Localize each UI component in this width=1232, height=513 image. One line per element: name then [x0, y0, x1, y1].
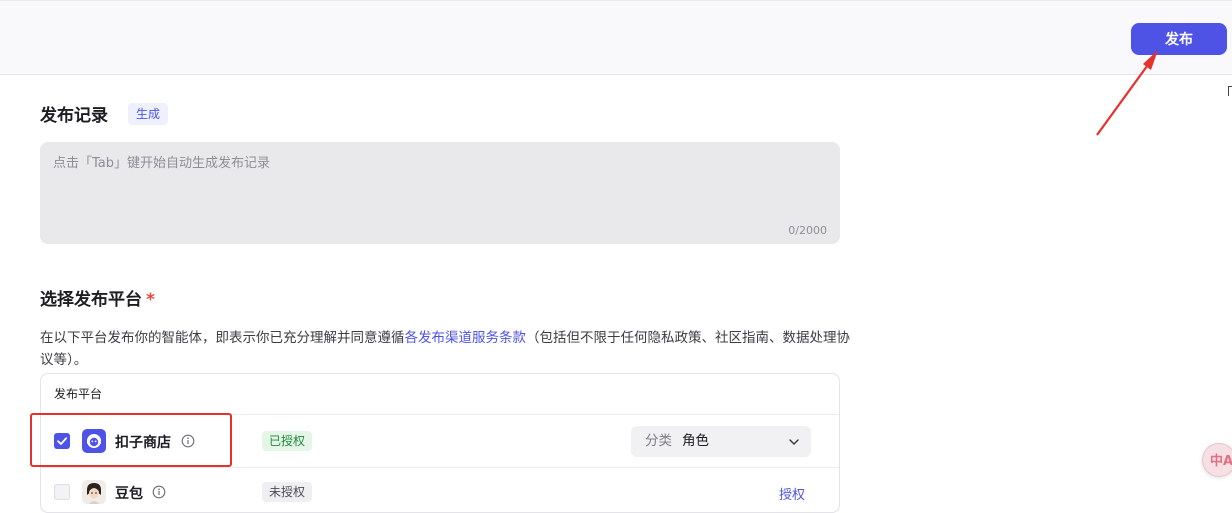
record-title: 发布记录: [40, 106, 108, 126]
terms-before: 在以下平台发布你的智能体，即表示你已充分理解并同意遵循: [40, 330, 405, 346]
category-select[interactable]: 分类 角色: [631, 426, 811, 457]
top-bar: 发布: [0, 0, 1232, 75]
status-badge: 未授权: [262, 482, 313, 502]
translate-icon: 中A: [1210, 454, 1232, 469]
record-placeholder: 点击「Tab」键开始自动生成发布记录: [53, 156, 271, 171]
table-row-doubao: 豆包 未授权 授权: [41, 468, 839, 512]
status-badge: 已授权: [262, 431, 313, 451]
table-row-coze-store: 扣子商店 已授权 分类 角色: [41, 415, 839, 468]
terms-link[interactable]: 各发布渠道服务条款: [405, 330, 527, 346]
chevron-down-icon: [789, 439, 799, 445]
generate-button[interactable]: 生成: [128, 103, 169, 125]
platform-name: 扣子商店: [115, 435, 171, 451]
publish-button[interactable]: 发布: [1131, 23, 1227, 55]
required-mark: *: [146, 290, 155, 310]
info-icon[interactable]: [181, 434, 195, 448]
platform-name: 豆包: [115, 486, 143, 502]
table-header: 发布平台: [41, 374, 839, 415]
translate-widget[interactable]: 中A: [1202, 443, 1232, 477]
doubao-avatar-icon: [82, 480, 106, 504]
category-value: 角色: [682, 433, 709, 449]
platform-table: 发布平台 扣子商店 已授权 分类 角色 豆包 未授权 授权: [40, 373, 840, 513]
platform-section-title: 选择发布平台 *: [40, 285, 155, 310]
record-textarea[interactable]: 点击「Tab」键开始自动生成发布记录 0/2000: [40, 142, 840, 244]
authorize-link[interactable]: 授权: [779, 484, 805, 503]
store-bot-icon: [82, 429, 106, 453]
edge-marker: [1228, 86, 1232, 96]
char-counter: 0/2000: [788, 224, 827, 237]
platform-title-text: 选择发布平台: [40, 290, 142, 310]
terms-text: 在以下平台发布你的智能体，即表示你已充分理解并同意遵循各发布渠道服务条款（包括但…: [40, 327, 850, 371]
info-icon[interactable]: [152, 485, 166, 499]
checkbox-doubao[interactable]: [54, 484, 70, 500]
checkbox-coze-store[interactable]: [54, 433, 70, 449]
category-label: 分类: [645, 433, 672, 449]
check-icon: [57, 437, 68, 445]
